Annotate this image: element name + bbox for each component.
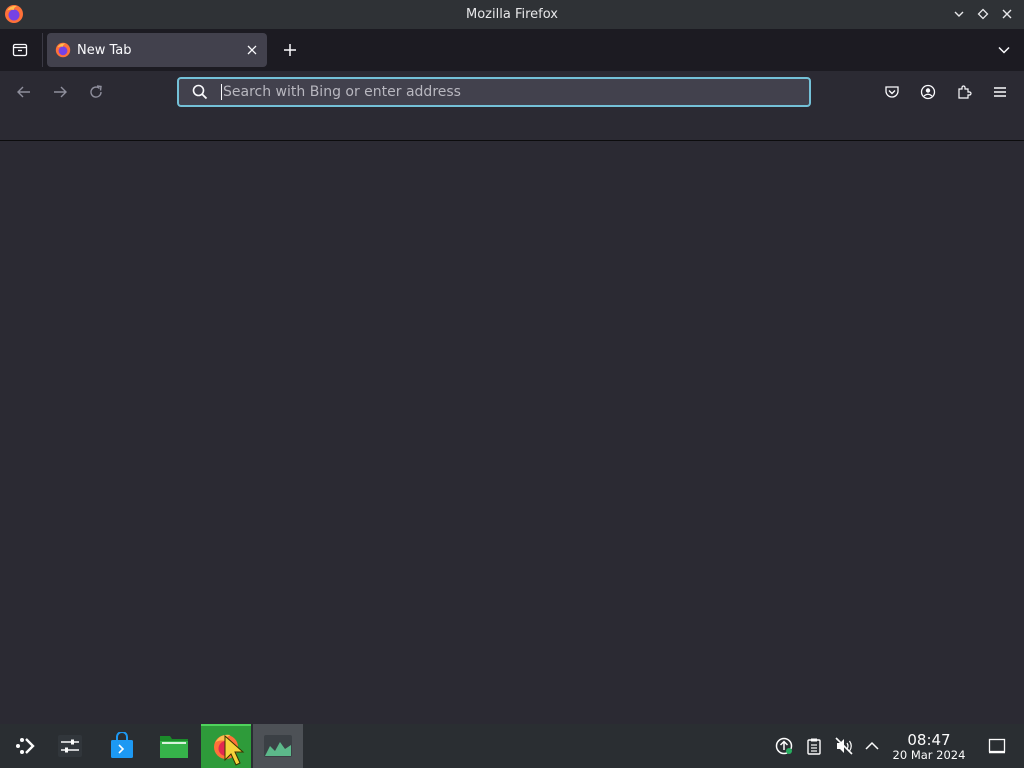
clock-date: 20 Mar 2024 [892, 748, 966, 762]
reload-button[interactable] [84, 80, 108, 104]
pocket-button[interactable] [880, 80, 904, 104]
tray-expand-icon[interactable] [862, 736, 882, 756]
folder-icon [160, 736, 188, 758]
monitor-graph-icon [264, 735, 292, 757]
maximize-button[interactable] [972, 4, 994, 24]
close-icon [247, 45, 257, 55]
chevron-down-icon [954, 11, 964, 17]
system-settings-button[interactable] [45, 724, 95, 768]
firefox-view-icon [12, 43, 28, 57]
firefox-taskbar-button[interactable] [201, 724, 251, 768]
digital-clock[interactable]: 08:47 20 Mar 2024 [888, 732, 970, 762]
chevron-down-icon [998, 46, 1010, 54]
volume-muted-icon[interactable] [834, 736, 854, 756]
arrow-right-icon [54, 86, 67, 98]
reload-icon [90, 85, 102, 98]
page-content[interactable] [0, 141, 1024, 724]
close-window-button[interactable] [996, 4, 1018, 24]
search-icon [191, 83, 209, 101]
extensions-button[interactable] [952, 80, 976, 104]
text-cursor [221, 84, 222, 100]
forward-button[interactable] [48, 80, 72, 104]
clipboard-icon[interactable] [804, 736, 824, 756]
tab-strip: New Tab [0, 29, 1024, 71]
account-icon [920, 84, 936, 100]
bookmarks-toolbar [0, 113, 1024, 141]
application-launcher-button[interactable] [0, 724, 50, 768]
discover-button[interactable] [97, 724, 147, 768]
files-button[interactable] [149, 724, 199, 768]
window-title: Mozilla Firefox [466, 7, 558, 22]
tab-new-tab[interactable]: New Tab [47, 33, 267, 67]
system-monitor-button[interactable] [253, 724, 303, 768]
arrow-left-icon [17, 86, 30, 98]
navigation-toolbar [0, 71, 1024, 113]
plus-icon [284, 44, 296, 56]
back-button[interactable] [12, 80, 36, 104]
diamond-icon [977, 8, 989, 20]
firefox-view-button[interactable] [8, 39, 32, 61]
settings-sliders-icon [58, 735, 82, 757]
close-tab-button[interactable] [241, 39, 263, 61]
show-desktop-icon [988, 738, 1006, 754]
shopping-bag-icon [111, 732, 133, 758]
mouse-pointer-icon [224, 734, 245, 766]
address-input[interactable] [223, 84, 809, 100]
taskbar: 08:47 20 Mar 2024 [0, 724, 1024, 768]
screen: Mozilla Firefox New Tab Search with Bing… [0, 0, 1024, 768]
firefox-icon [4, 4, 24, 24]
tab-title: New Tab [77, 42, 132, 58]
show-desktop-button[interactable] [986, 736, 1008, 756]
kde-launcher-icon [16, 738, 35, 754]
window-controls [948, 4, 1018, 24]
firefox-icon [55, 42, 71, 58]
account-button[interactable] [916, 80, 940, 104]
address-bar[interactable] [177, 77, 811, 107]
puzzle-icon [958, 85, 972, 99]
close-icon [1002, 9, 1012, 19]
window-titlebar[interactable]: Mozilla Firefox [0, 0, 1024, 29]
clock-time: 08:47 [907, 731, 951, 749]
list-all-tabs-button[interactable] [992, 39, 1016, 61]
pocket-icon [885, 86, 899, 98]
new-tab-button[interactable] [278, 39, 302, 61]
app-menu-button[interactable] [988, 80, 1012, 104]
hamburger-menu-icon [994, 87, 1006, 97]
tab-separator [42, 33, 43, 67]
updates-icon[interactable] [774, 736, 794, 756]
minimize-button[interactable] [948, 4, 970, 24]
